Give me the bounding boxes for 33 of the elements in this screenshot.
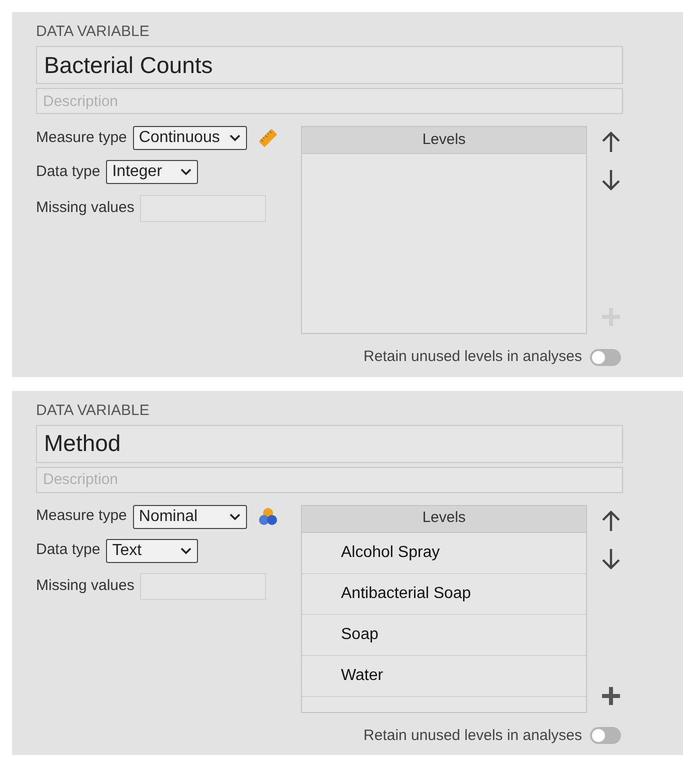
data-type-dropdown[interactable]: Integer [106, 160, 198, 184]
chevron-down-icon [180, 168, 192, 176]
level-item[interactable]: Soap [302, 614, 586, 656]
chevron-down-icon [228, 134, 241, 142]
chevron-down-icon [180, 546, 192, 554]
field-label: Data type [36, 162, 100, 182]
levels-header: Levels [302, 127, 586, 154]
field-label: Missing values [36, 198, 134, 218]
level-item[interactable]: Water [302, 656, 586, 696]
retain-label: Retain unused levels in analyses [364, 726, 582, 746]
measure-type-dropdown[interactable]: Continuous [132, 126, 247, 150]
section-heading: DATA VARIABLE [36, 22, 150, 42]
plus-icon[interactable] [600, 684, 622, 706]
arrow-up-icon[interactable] [600, 130, 622, 154]
toggle-switch[interactable] [590, 348, 621, 366]
field-label: Missing values [36, 576, 134, 596]
arrow-down-icon[interactable] [600, 168, 622, 192]
field-label: Measure type [36, 506, 127, 526]
field-label: Data type [36, 540, 100, 560]
variable-name-field[interactable]: Method [36, 424, 623, 462]
section-heading: DATA VARIABLE [36, 400, 150, 420]
arrow-up-icon[interactable] [600, 508, 622, 532]
levels-header: Levels [302, 506, 586, 532]
level-item[interactable]: Antibacterial Soap [302, 574, 586, 614]
retain-label: Retain unused levels in analyses [364, 347, 582, 367]
data-type-dropdown[interactable]: Text [106, 538, 198, 562]
variable-name-field[interactable]: Bacterial Counts [36, 46, 623, 84]
field-label: Measure type [36, 128, 127, 148]
chevron-down-icon [228, 512, 241, 520]
measure-type-dropdown[interactable]: Nominal [132, 504, 247, 528]
level-item[interactable]: Alcohol Spray [302, 532, 586, 574]
toggle-switch[interactable] [590, 727, 621, 744]
arrow-down-icon[interactable] [600, 546, 622, 570]
